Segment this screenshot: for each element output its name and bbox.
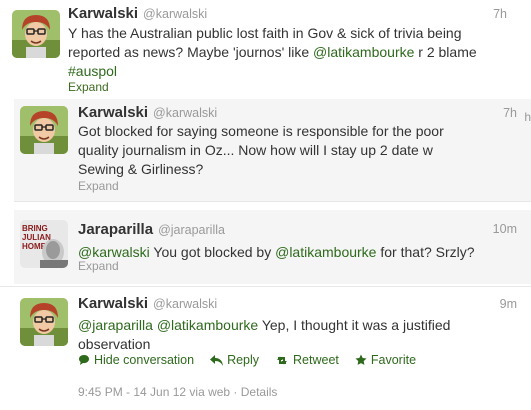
avatar[interactable]: [20, 298, 68, 346]
handle[interactable]: @karwalski: [153, 106, 217, 120]
reply-button[interactable]: Reply: [210, 353, 259, 367]
tweet-text: Got blocked for saying someone is respon…: [78, 123, 444, 177]
tweet-time[interactable]: 7h: [493, 7, 507, 21]
avatar-karwalski-icon: [12, 10, 60, 58]
reply-arrow-icon: [210, 354, 224, 366]
favorite-label: Favorite: [370, 353, 417, 367]
expand-link[interactable]: Expand: [78, 259, 119, 273]
tweet-jaraparilla: BRING JULIAN HOME Jaraparilla @jaraparil…: [14, 210, 531, 284]
expand-link[interactable]: Expand: [78, 179, 119, 193]
hide-conversation-button[interactable]: Hide conversation: [78, 353, 194, 367]
avatar-karwalski-icon: [20, 106, 68, 154]
speech-bubble-icon: [79, 355, 89, 365]
tweet-text: Y has the Australian public lost faith i…: [68, 24, 508, 81]
fullname[interactable]: Karwalski: [78, 295, 148, 312]
tweet-karwalski-1: Karwalski @karwalski 7h Y has the Austra…: [0, 0, 531, 98]
star-icon: [355, 354, 367, 365]
handle[interactable]: @karwalski: [143, 7, 207, 21]
mention-link[interactable]: @latikambourke: [275, 244, 376, 260]
tweet-text-segment: for that? Srzly?: [376, 244, 475, 260]
hide-conversation-label: Hide conversation: [94, 353, 195, 367]
tweet-text-segment: r 2 blame: [414, 44, 477, 60]
tweet-meta[interactable]: 9:45 PM - 14 Jun 12 via web · Details: [78, 385, 277, 399]
handle[interactable]: @karwalski: [153, 297, 217, 311]
fullname[interactable]: Jaraparilla: [78, 221, 153, 238]
truncated-glyph: h: [524, 110, 531, 124]
tweet-header: Karwalski @karwalski: [68, 5, 207, 23]
tweet-text: @karwalski You got blocked by @latikambo…: [78, 243, 518, 262]
mention-link[interactable]: @jaraparilla: [78, 317, 153, 333]
expand-link[interactable]: Expand: [68, 80, 109, 94]
avatar-jaraparilla-icon: BRING JULIAN HOME: [20, 220, 68, 268]
mention-link[interactable]: @karwalski: [78, 244, 150, 260]
tweet-header: Karwalski @karwalski: [78, 295, 217, 313]
tweet-time[interactable]: 7h: [503, 106, 517, 120]
retweet-icon: [277, 356, 288, 364]
handle[interactable]: @jaraparilla: [158, 223, 225, 237]
mention-link[interactable]: @latikambourke: [313, 44, 414, 60]
retweet-button[interactable]: Retweet: [275, 353, 339, 367]
tweet-time[interactable]: 9m: [500, 297, 517, 311]
tweet-header: Jaraparilla @jaraparilla: [78, 221, 225, 239]
tweet-text: @jaraparilla @latikambourke Yep, I thoug…: [78, 316, 478, 354]
avatar-karwalski-icon: [20, 298, 68, 346]
tweet-header: Karwalski @karwalski: [78, 104, 217, 122]
mention-link[interactable]: @latikambourke: [157, 317, 258, 333]
divider: [0, 286, 531, 287]
retweet-label: Retweet: [293, 353, 339, 367]
avatar-text-line: JULIAN: [22, 233, 51, 242]
favorite-button[interactable]: Favorite: [355, 353, 416, 367]
avatar[interactable]: [12, 10, 60, 58]
hashtag-link[interactable]: #auspol: [68, 63, 117, 79]
tweet-karwalski-3: Karwalski @karwalski 9m @jaraparilla @la…: [14, 292, 531, 410]
avatar[interactable]: BRING JULIAN HOME: [20, 220, 68, 268]
avatar-text-line: BRING: [22, 224, 48, 233]
tweet-actions: Hide conversation Reply Retweet Favorite: [78, 353, 432, 367]
tweet-text-segment: You got blocked by: [149, 244, 276, 260]
reply-label: Reply: [227, 353, 260, 367]
tweet-karwalski-2: Karwalski @karwalski 7h Got blocked for …: [14, 99, 531, 202]
fullname[interactable]: Karwalski: [68, 5, 138, 22]
tweet-time[interactable]: 10m: [493, 222, 517, 236]
avatar[interactable]: [20, 106, 68, 154]
fullname[interactable]: Karwalski: [78, 104, 148, 121]
